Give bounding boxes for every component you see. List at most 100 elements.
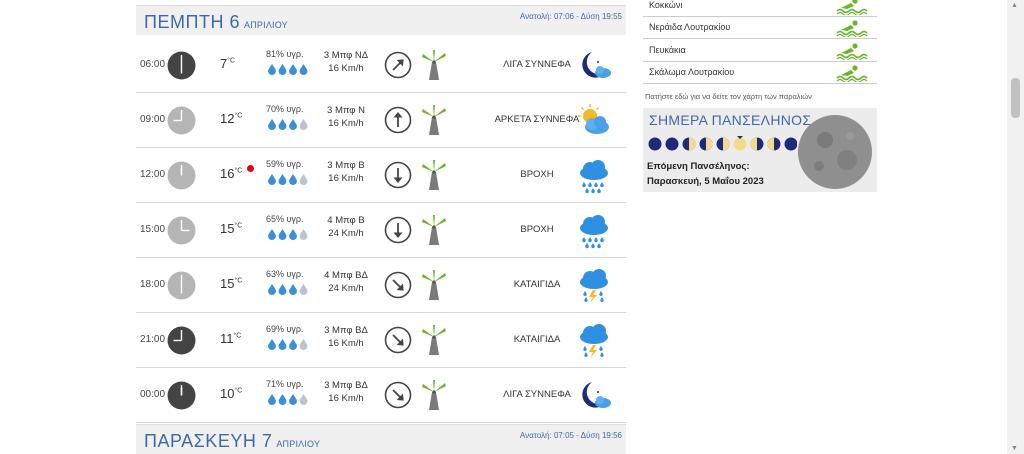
row-humidity: 81% υγρ. [266,49,304,59]
windmill-icon [422,50,446,80]
windmill-icon [422,380,446,410]
forecast-row: 00:00 10°C 71% υγρ. 3 Μπφ ΒΔ 16 Km/h ΛΙΓΑ ΣΥΝ… [136,368,626,423]
sunrise-sunset: Ανατολή: 07:05 - Δύση 19:56 [519,431,622,440]
thunderstorm-icon [580,269,608,303]
row-time: 15:00 [140,224,166,235]
clock-icon [167,216,196,245]
row-wind: 3 Μπφ Ν 16 Km/h [327,105,365,129]
beach-name: Πευκάκια [649,45,686,55]
row-humidity: 63% υγρ. [266,269,304,279]
humidity-drops [268,174,308,185]
night-partly-cloudy-icon [582,52,611,78]
humidity-drops [268,394,308,405]
day-header: ΠΑΡΑΣΚΕΥΗ 7 ΑΠΡΙΛΙΟΥ Ανατολή: 07:05 - Δύση… [136,424,626,454]
beach-item[interactable]: Σκάλωμα Λουτρακίου [643,62,877,84]
wind-direction-icon [384,271,412,299]
day-header: ΠΕΜΠΤΗ 6 ΑΠΡΙΛΙΟΥ Ανατολή: 07:06 - Δύση 19… [136,5,626,35]
wind-direction-icon [384,161,412,189]
beach-name: Νεράιδα Λουτρακίου [649,22,731,32]
beach-name: Κοκκώνι [649,0,683,10]
forecast-row: 12:00 16°C 59% υγρ. 3 Μπφ Β 16 Km/h ΒΡΟΧΗ [136,148,626,203]
clock-icon [167,161,196,190]
row-humidity: 65% υγρ. [266,214,304,224]
scrollbar[interactable]: ▲ ▼ [1007,0,1024,454]
row-time: 12:00 [140,169,166,180]
row-humidity: 70% υγρ. [266,104,304,114]
beach-name: Σκάλωμα Λουτρακίου [649,67,735,77]
clock-icon [167,106,196,135]
scrollbar-thumb[interactable] [1011,78,1020,118]
moon-phase-icon [733,137,747,151]
forecast-row: 21:00 11°C 69% υγρ. 3 Μπφ ΒΔ 16 Km/h ΚΑΤΑΙΓΙΔ… [136,313,626,368]
row-temperature: 16°C [220,166,243,181]
swimmer-icon [836,0,868,15]
sun-cloud-icon [578,104,609,134]
page: ΠΕΜΠΤΗ 6 ΑΠΡΙΛΙΟΥ Ανατολή: 07:06 - Δύση 19… [0,0,1024,454]
full-moon-icon [798,115,872,189]
wind-direction-icon [384,51,412,79]
next-full-moon-date: Παρασκευή, 5 Μαΐου 2023 [647,176,764,187]
moon-phase-icon [648,137,662,151]
sunrise-sunset: Ανατολή: 07:06 - Δύση 19:55 [519,12,622,21]
wind-direction-icon [384,326,412,354]
moon-phase-icon [682,137,696,151]
windmill-icon [422,270,446,300]
forecast-row: 18:00 15°C 63% υγρ. 4 Μπφ ΒΔ 24 Km/h ΚΑΤΑΙΓΙΔ… [136,258,626,313]
humidity-drops [268,119,308,130]
row-time: 18:00 [140,279,166,290]
moon-phase-icon [750,137,764,151]
row-wind: 3 Μπφ Β 16 Km/h [327,160,365,184]
swimmer-icon [836,20,868,37]
row-humidity: 69% υγρ. [266,324,304,334]
row-humidity: 59% υγρ. [266,159,304,169]
wind-direction-icon [384,381,412,409]
row-wind: 3 Μπφ ΝΔ 16 Km/h [323,50,369,74]
moon-phase-icon [665,137,679,151]
rain-icon [580,160,608,194]
row-temperature: 12°C [220,111,243,126]
row-wind: 3 Μπφ ΒΔ 16 Km/h [324,380,368,404]
humidity-drops [268,64,308,75]
moon-phase-icon [699,137,713,151]
next-full-moon-label: Επόμενη Πανσέληνος: [647,161,750,172]
humidity-drops [268,339,308,350]
row-humidity: 71% υγρ. [266,379,304,389]
row-temperature: 7°C [220,56,236,71]
windmill-icon [422,105,446,135]
row-temperature: 10°C [220,386,243,401]
row-wind: 4 Μπφ ΒΔ 24 Km/h [324,270,368,294]
clock-icon [167,326,196,355]
forecast-row: 06:00 7°C 81% υγρ. 3 Μπφ ΝΔ 16 Km/h ΛΙΓΑ ΣΥΝΝ… [136,38,626,93]
moon-phase-icon [716,137,730,151]
beach-item[interactable]: Κοκκώνι [643,0,877,17]
humidity-drops [268,229,308,240]
windmill-icon [422,215,446,245]
clock-icon [167,381,196,410]
swimmer-icon [836,65,868,82]
beach-map-link[interactable]: Πατήστε εδώ για να δείτε τον χάρτη των π… [645,92,812,101]
humidity-drops [268,284,308,295]
moon-phase-icon [767,137,781,151]
thunderstorm-icon [580,324,608,358]
windmill-icon [422,160,446,190]
moon-phases [648,136,797,151]
beach-item[interactable]: Νεράιδα Λουτρακίου [643,17,877,39]
windmill-icon [422,325,446,355]
scroll-down-icon[interactable]: ▼ [1011,445,1018,452]
day-title: ΠΑΡΑΣΚΕΥΗ 7 ΑΠΡΙΛΙΟΥ [144,431,321,451]
scroll-up-icon[interactable]: ▲ [1011,2,1018,9]
rain-icon [580,215,608,249]
forecast-row: 09:00 12°C 70% υγρ. 3 Μπφ Ν 16 Km/h ΑΡΚΕΤΑ ΣΥ… [136,93,626,148]
row-temperature: 15°C [220,221,243,236]
wind-direction-icon [384,216,412,244]
swimmer-icon [836,43,868,60]
row-time: 09:00 [140,114,166,125]
clock-icon [167,51,196,80]
clock-icon [167,271,196,300]
row-temperature: 15°C [220,276,243,291]
row-time: 06:00 [140,59,166,70]
moon-box: ΣΗΜΕΡΑ ΠΑΝΣΕΛΗΝΟΣ Επόμενη Πανσέληνος: Πα… [643,108,877,192]
beach-item[interactable]: Πευκάκια [643,40,877,62]
row-time: 00:00 [140,389,166,400]
forecast-row: 15:00 15°C 65% υγρ. 4 Μπφ Β 24 Km/h ΒΡΟΧΗ [136,203,626,258]
